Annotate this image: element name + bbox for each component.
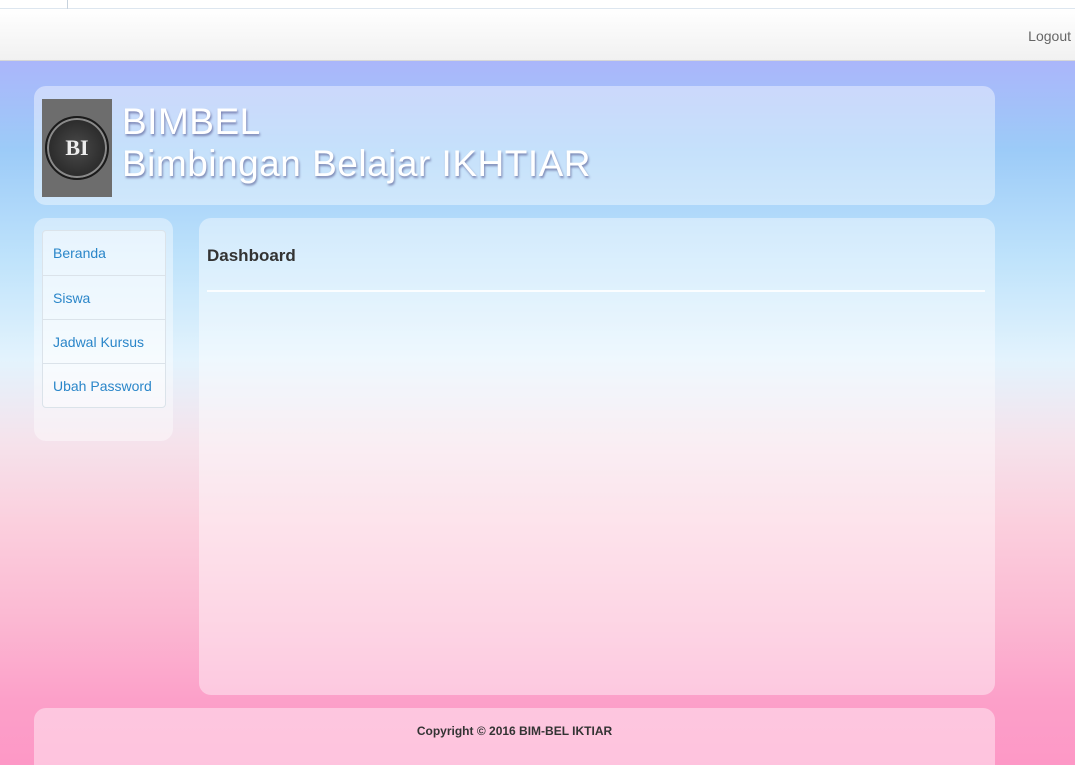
header-banner: BI BIMBEL Bimbingan Belajar IKHTIAR: [34, 86, 995, 205]
main-content: Dashboard: [199, 218, 995, 695]
sidebar-item-siswa[interactable]: Siswa: [43, 275, 165, 319]
page-title: Dashboard: [207, 246, 296, 265]
brand: BIMBEL Bimbingan Belajar IKHTIAR: [122, 102, 591, 186]
logo: BI: [42, 99, 112, 197]
footer: Copyright © 2016 BIM-BEL IKTIAR: [34, 708, 995, 765]
footer-copyright: Copyright © 2016 BIM-BEL IKTIAR: [416, 724, 613, 738]
sidebar-item-beranda[interactable]: Beranda: [43, 231, 165, 275]
brand-subtitle: Bimbingan Belajar IKHTIAR: [122, 143, 592, 184]
sidebar-item-ubah-password[interactable]: Ubah Password: [43, 363, 165, 407]
logout-link[interactable]: Logout: [1028, 28, 1071, 44]
sidebar-menu: Beranda Siswa Jadwal Kursus Ubah Passwor…: [42, 230, 166, 408]
top-navbar: Logout: [0, 9, 1075, 61]
logo-text: BI: [65, 135, 89, 160]
browser-top-strip: [0, 0, 1075, 9]
sidebar: Beranda Siswa Jadwal Kursus Ubah Passwor…: [34, 218, 173, 441]
title-divider: [207, 290, 985, 292]
sidebar-item-jadwal-kursus[interactable]: Jadwal Kursus: [43, 319, 165, 363]
logo-seal-icon: BI: [45, 116, 109, 180]
tab-marker: [0, 0, 68, 9]
brand-title: BIMBEL: [122, 101, 261, 142]
